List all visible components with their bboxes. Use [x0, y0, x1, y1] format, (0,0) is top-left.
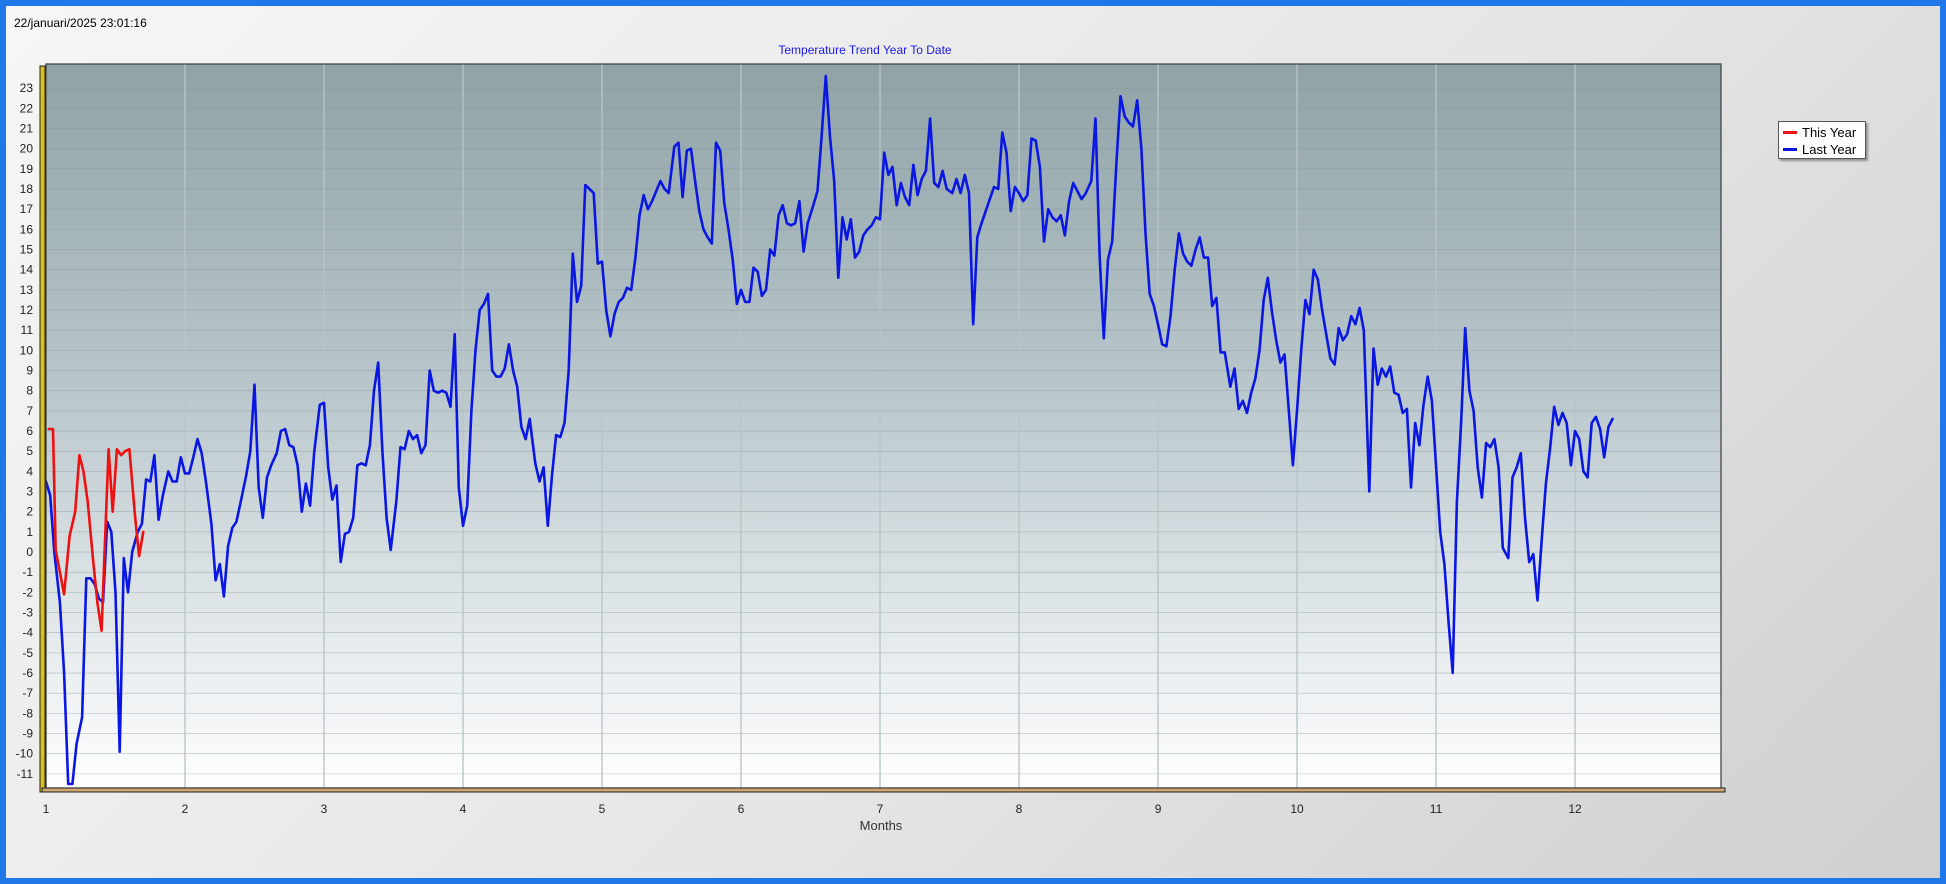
y-tick-label: -6 — [22, 666, 33, 680]
x-tick-label: 4 — [460, 802, 467, 816]
y-tick-label: 19 — [20, 162, 34, 176]
legend-item-last-year: Last Year — [1783, 141, 1856, 157]
x-tick-label: 3 — [321, 802, 328, 816]
y-tick-label: 3 — [26, 485, 33, 499]
y-tick-label: -1 — [22, 565, 33, 579]
y-axis-bar — [39, 65, 46, 793]
legend-label-this-year: This Year — [1802, 124, 1857, 140]
y-tick-label: 2 — [26, 505, 33, 519]
y-tick-label: 20 — [20, 142, 34, 156]
x-tick-label: 7 — [877, 802, 884, 816]
legend-swatch-this-year — [1783, 130, 1797, 134]
y-tick-label: 22 — [20, 101, 34, 115]
y-tick-label: 17 — [20, 202, 34, 216]
x-tick-label: 6 — [738, 802, 745, 816]
x-tick-label: 10 — [1290, 802, 1304, 816]
x-tick-labels: 1 2 3 4 5 6 7 8 9 10 11 12 — [43, 802, 1582, 816]
legend: This Year Last Year — [1778, 121, 1866, 159]
y-tick-label: -5 — [22, 646, 33, 660]
y-tick-label: 18 — [20, 182, 34, 196]
y-tick-label: -11 — [17, 767, 34, 781]
y-tick-label: 14 — [20, 263, 34, 277]
y-tick-label: 11 — [21, 323, 34, 337]
y-tick-label: 15 — [20, 243, 34, 257]
y-tick-label: -4 — [22, 626, 33, 640]
x-tick-label: 8 — [1016, 802, 1023, 816]
y-tick-label: 13 — [20, 283, 34, 297]
legend-swatch-last-year — [1783, 147, 1797, 151]
y-tick-label: 21 — [20, 122, 34, 136]
x-tick-label: 9 — [1155, 802, 1162, 816]
chart-canvas: Temperature Trend Year To Date 232221201… — [16, 43, 1726, 833]
x-tick-label: 1 — [43, 802, 50, 816]
legend-label-last-year: Last Year — [1802, 141, 1857, 157]
y-tick-label: 16 — [20, 222, 34, 236]
y-tick-label: 5 — [26, 444, 33, 458]
x-tick-label: 2 — [182, 802, 189, 816]
y-tick-label: 6 — [26, 424, 33, 438]
legend-item-this-year: This Year — [1783, 124, 1856, 140]
y-tick-label: 4 — [26, 464, 33, 478]
y-tick-label: -2 — [22, 585, 33, 599]
x-tick-label: 11 — [1430, 802, 1443, 816]
x-tick-label: 5 — [599, 802, 606, 816]
y-tick-label: 7 — [26, 404, 33, 418]
y-tick-label: -7 — [22, 686, 33, 700]
y-tick-label: 12 — [20, 303, 34, 317]
y-tick-label: -10 — [16, 747, 34, 761]
y-tick-label: 8 — [26, 384, 33, 398]
y-tick-label: -8 — [22, 706, 33, 720]
y-tick-label: 9 — [26, 364, 33, 378]
y-tick-label: 0 — [26, 545, 33, 559]
y-tick-labels: 23222120191817161514131211109876543210-1… — [16, 81, 34, 781]
x-tick-label: 12 — [1568, 802, 1582, 816]
y-tick-label: 10 — [20, 343, 34, 357]
y-tick-label: 1 — [26, 525, 33, 539]
y-tick-label: -9 — [22, 727, 33, 741]
x-axis-bar — [41, 787, 1726, 793]
y-tick-label: -3 — [22, 606, 33, 620]
chart-title: Temperature Trend Year To Date — [778, 43, 952, 57]
y-tick-label: 23 — [20, 81, 34, 95]
x-axis-title: Months — [860, 818, 903, 833]
